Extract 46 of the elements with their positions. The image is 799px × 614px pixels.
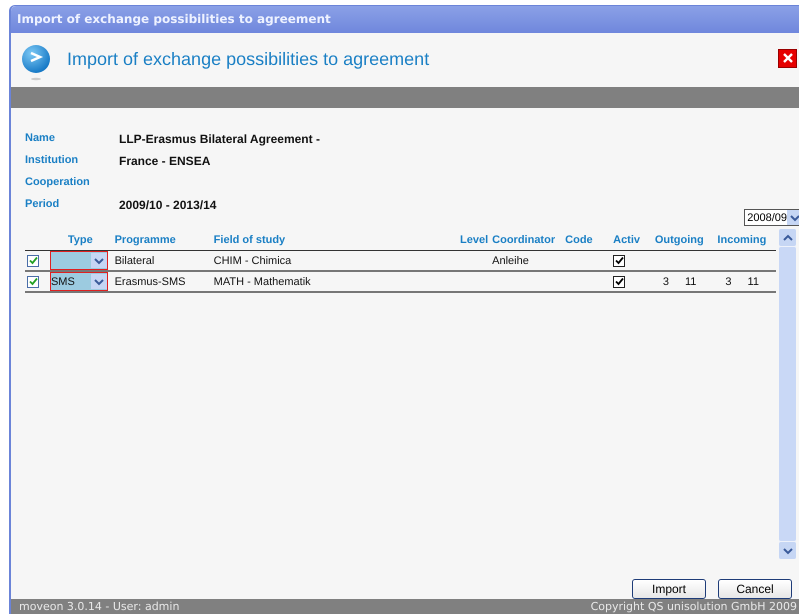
type-select[interactable]	[50, 251, 108, 270]
row-checkbox[interactable]	[27, 254, 39, 267]
scrollbar[interactable]	[779, 229, 796, 560]
detail-value: 2009/10 - 2013/14	[119, 198, 218, 212]
status-text: moveon 3.0.14 - User: admin	[19, 600, 180, 614]
table-cell: Anleihe	[492, 254, 529, 267]
column-header: Field of study	[212, 229, 436, 251]
table-cell: 3	[725, 276, 732, 288]
copyright-text: Copyright QS unisolution GmbH 2009	[590, 600, 797, 614]
row-checkbox[interactable]	[27, 276, 39, 288]
logo-icon	[21, 44, 51, 82]
scroll-up-icon	[782, 234, 792, 242]
active-checkbox[interactable]	[613, 254, 626, 267]
detail-label: Name	[25, 132, 56, 146]
caret-icon	[790, 214, 799, 222]
detail-label: Period	[25, 198, 60, 212]
table-cell: 11	[684, 276, 696, 288]
import-button[interactable]: Import	[632, 579, 706, 600]
column-header: Level	[436, 229, 490, 251]
table-cell: MATH - Mathematik	[214, 276, 311, 288]
type-select[interactable]: SMS	[50, 272, 108, 292]
column-header: Code	[563, 229, 612, 251]
column-header: Outgoing	[652, 229, 716, 251]
table-cell: Erasmus-SMS	[114, 276, 186, 288]
dialog-title: Import of exchange possibilities to agreement	[67, 49, 430, 70]
detail-value: France - ENSEA	[119, 154, 212, 168]
column-header: Activ	[611, 229, 653, 251]
column-header: Incoming	[715, 229, 776, 251]
year-select[interactable]: 2008/09	[744, 209, 799, 226]
table-cell: Bilateral	[114, 254, 154, 267]
close-button[interactable]	[778, 48, 797, 68]
cancel-button[interactable]: Cancel	[718, 579, 792, 600]
close-icon	[782, 52, 794, 64]
active-checkbox[interactable]	[613, 276, 626, 288]
column-header: Programme	[112, 229, 212, 251]
caret-icon	[94, 278, 104, 286]
caret-icon	[94, 256, 104, 265]
detail-label: Cooperation	[25, 176, 91, 190]
table-cell: 3	[662, 276, 669, 288]
detail-value: LLP-Erasmus Bilateral Agreement -	[119, 132, 321, 146]
detail-label: Institution	[25, 154, 80, 168]
column-header: Coordinator	[490, 229, 564, 251]
table-cell: 11	[748, 276, 759, 288]
table-cell: CHIM - Chimica	[214, 254, 292, 267]
scroll-down-icon	[782, 546, 792, 555]
window-title: Import of exchange possibilities to agreement	[17, 12, 331, 26]
